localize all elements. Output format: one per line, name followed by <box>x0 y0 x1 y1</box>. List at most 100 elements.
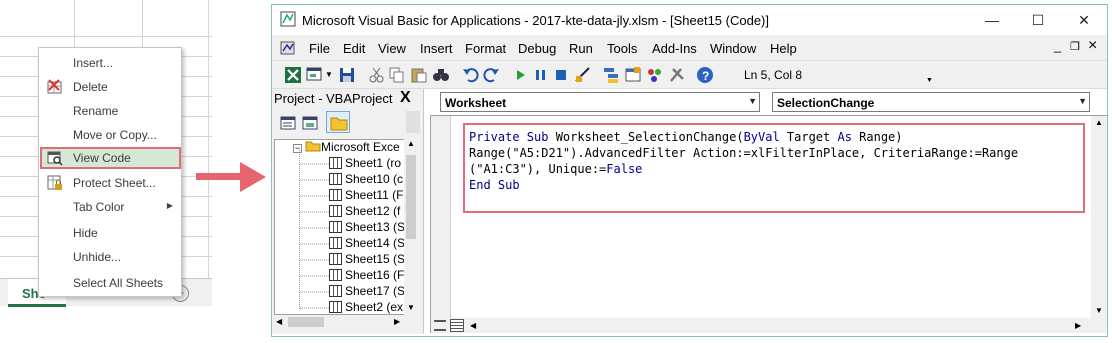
folder-icon <box>330 117 348 131</box>
code-horizontal-scrollbar[interactable]: ◀ ▶ <box>467 318 1107 333</box>
scroll-right-icon[interactable]: ▶ <box>394 317 400 326</box>
menu-add-ins[interactable]: Add-Ins <box>652 41 697 56</box>
child-close-button[interactable]: × <box>1088 37 1097 55</box>
toggle-folders-button[interactable] <box>326 111 350 133</box>
gridline <box>0 36 212 37</box>
child-restore-button[interactable]: ❐ <box>1070 40 1080 53</box>
object-browser-icon[interactable] <box>646 66 664 84</box>
code-text[interactable]: Private Sub Worksheet_SelectionChange(By… <box>469 129 1018 193</box>
scroll-up-icon[interactable]: ▲ <box>1095 118 1103 127</box>
tree-item-sheet-selected[interactable]: Sheet15 (S <box>329 252 405 268</box>
menu-item-label: Unhide... <box>73 250 122 264</box>
menu-item-rename[interactable]: Rename <box>39 100 181 122</box>
menu-item-move-or-copy[interactable]: Move or Copy... <box>39 124 181 146</box>
project-pane-close-button[interactable]: X <box>400 89 411 107</box>
dropdown-arrow-icon[interactable]: ▼ <box>1078 96 1087 106</box>
tree-item-sheet[interactable]: Sheet11 (F <box>329 188 403 204</box>
toolbox-icon[interactable] <box>668 66 686 84</box>
tree-item-sheet[interactable]: Sheet13 (S <box>329 220 405 236</box>
scroll-down-icon[interactable]: ▼ <box>407 303 415 312</box>
menu-debug[interactable]: Debug <box>518 41 556 56</box>
menu-item-delete[interactable]: Delete <box>39 76 181 98</box>
view-excel-icon[interactable] <box>284 66 302 84</box>
tree-item-label: Sheet15 (S <box>345 252 406 266</box>
menu-tools[interactable]: Tools <box>607 41 637 56</box>
code-editor[interactable]: Private Sub Worksheet_SelectionChange(By… <box>430 115 1107 333</box>
project-vertical-scrollbar[interactable]: ▲ ▼ <box>404 139 418 315</box>
project-tree: − Microsoft Exce Sheet1 (ro Sheet10 (c Sh… <box>274 139 418 315</box>
redo-icon[interactable] <box>482 66 500 84</box>
menu-item-unhide[interactable]: Unhide... <box>39 246 181 268</box>
project-toolbar <box>272 109 422 137</box>
tree-item-sheet[interactable]: Sheet14 (S <box>329 236 405 252</box>
menu-format[interactable]: Format <box>465 41 506 56</box>
full-module-view-icon[interactable] <box>450 319 464 332</box>
close-button[interactable]: ✕ <box>1061 5 1107 35</box>
run-icon[interactable] <box>512 66 530 84</box>
scroll-down-icon[interactable]: ▼ <box>1095 306 1103 315</box>
tree-item-sheet[interactable]: Sheet17 (S <box>329 284 405 300</box>
tree-item-label: Sheet11 (F <box>345 188 404 202</box>
menu-item-protect-sheet[interactable]: Protect Sheet... <box>39 172 181 194</box>
vba-menu-icon[interactable] <box>280 40 296 56</box>
save-icon[interactable] <box>338 66 356 84</box>
tree-folder-label: Microsoft Exce <box>321 140 400 154</box>
menu-item-tab-color[interactable]: Tab Color ▶ <box>39 196 181 218</box>
undo-icon[interactable] <box>462 66 480 84</box>
scroll-thumb[interactable] <box>288 317 324 327</box>
dropdown-arrow-icon[interactable]: ▼ <box>325 70 333 79</box>
project-toolbar-scroll[interactable] <box>406 111 420 133</box>
menu-run[interactable]: Run <box>569 41 593 56</box>
code-vertical-scrollbar[interactable]: ▲ ▼ <box>1091 116 1107 318</box>
menu-file[interactable]: File <box>309 41 330 56</box>
menu-item-hide[interactable]: Hide <box>39 222 181 244</box>
tree-item-sheet[interactable]: Sheet10 (c <box>329 172 403 188</box>
menu-bar: File Edit View Insert Format Debug Run T… <box>272 35 1107 61</box>
project-horizontal-scrollbar[interactable]: ◀ ▶ <box>274 315 418 329</box>
design-mode-icon[interactable] <box>574 66 592 84</box>
copy-icon[interactable] <box>388 66 406 84</box>
object-dropdown[interactable]: Worksheet ▼ <box>440 92 760 112</box>
reset-icon[interactable] <box>552 66 570 84</box>
find-icon[interactable] <box>432 66 450 84</box>
menu-item-insert[interactable]: Insert... <box>39 52 181 74</box>
menu-item-select-all-sheets[interactable]: Select All Sheets <box>39 272 181 294</box>
maximize-button[interactable]: ☐ <box>1015 5 1061 35</box>
cut-icon[interactable] <box>368 66 386 84</box>
minimize-button[interactable]: — <box>969 5 1015 35</box>
pointer-arrow-icon <box>196 162 266 192</box>
menu-window[interactable]: Window <box>710 41 756 56</box>
view-object-icon[interactable] <box>302 115 318 131</box>
child-minimize-button[interactable]: _ <box>1054 38 1061 53</box>
properties-window-icon[interactable] <box>624 66 642 84</box>
project-explorer-icon[interactable] <box>602 66 620 84</box>
procedure-dropdown[interactable]: SelectionChange ▼ <box>772 92 1090 112</box>
menu-item-label: View Code <box>73 151 131 165</box>
view-code-icon[interactable] <box>280 115 296 131</box>
tree-item-sheet[interactable]: Sheet2 (ex <box>329 300 403 314</box>
scroll-thumb[interactable] <box>406 155 416 239</box>
scroll-right-icon[interactable]: ▶ <box>1075 321 1081 330</box>
procedure-view-icon[interactable] <box>434 320 446 331</box>
menu-item-view-code[interactable]: View Code <box>40 147 181 169</box>
tree-item-sheet[interactable]: Sheet1 (ro <box>329 156 401 172</box>
menu-edit[interactable]: Edit <box>343 41 365 56</box>
scroll-left-icon[interactable]: ◀ <box>276 317 282 326</box>
view-code-icon <box>47 150 63 166</box>
paste-icon[interactable] <box>410 66 428 84</box>
tree-item-sheet[interactable]: Sheet16 (F <box>329 268 404 284</box>
menu-insert[interactable]: Insert <box>420 41 453 56</box>
scroll-up-icon[interactable]: ▲ <box>407 139 415 148</box>
tree-item-label: Sheet14 (S <box>345 236 406 250</box>
vbe-window: Microsoft Visual Basic for Applications … <box>271 4 1108 337</box>
insert-userform-icon[interactable] <box>306 66 324 84</box>
break-icon[interactable] <box>532 66 550 84</box>
scroll-left-icon[interactable]: ◀ <box>470 321 476 330</box>
dropdown-arrow-icon[interactable]: ▼ <box>748 96 757 106</box>
tree-item-label: Sheet13 (S <box>345 220 406 234</box>
menu-view[interactable]: View <box>378 41 406 56</box>
help-icon[interactable]: ? <box>696 66 714 84</box>
menu-help[interactable]: Help <box>770 41 797 56</box>
toolbar-options-icon[interactable]: ▼ <box>926 77 933 84</box>
tree-item-sheet[interactable]: Sheet12 (f <box>329 204 400 220</box>
